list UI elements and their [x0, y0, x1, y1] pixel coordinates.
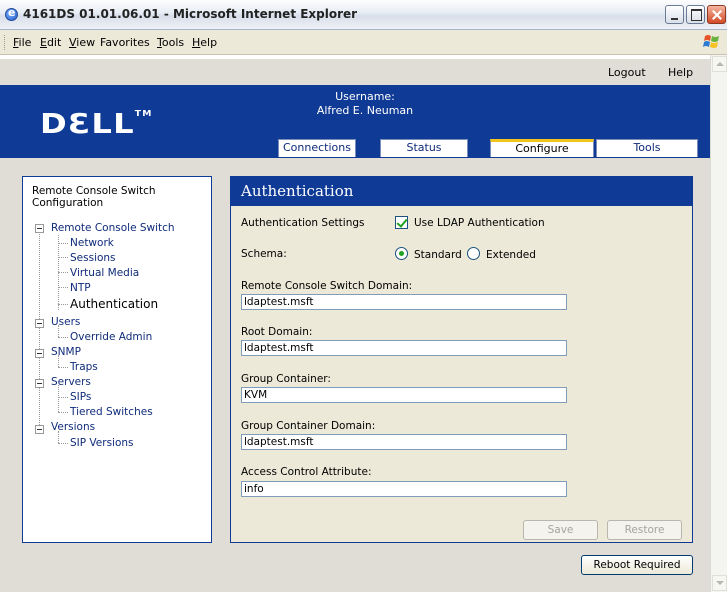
tree-collapse-icon[interactable] — [35, 379, 44, 388]
tab-tools[interactable]: Tools — [596, 139, 698, 157]
tree-connector — [58, 272, 68, 273]
menu-tools[interactable]: Tools — [157, 36, 184, 49]
root-domain-label: Root Domain: — [241, 326, 313, 338]
tree-connector — [58, 412, 68, 413]
menu-edit[interactable]: Edit — [40, 36, 61, 49]
tree-node-versions[interactable]: Versions — [51, 421, 95, 433]
use-ldap-checkbox[interactable] — [395, 216, 408, 229]
save-button[interactable]: Save — [523, 520, 598, 540]
toolbar-grip — [4, 35, 7, 50]
tree-collapse-icon[interactable] — [35, 349, 44, 358]
minimize-button[interactable] — [665, 5, 684, 24]
window-title: 4161DS 01.01.06.01 - Microsoft Internet … — [23, 7, 358, 21]
vertical-scrollbar[interactable] — [710, 55, 727, 592]
rcs-domain-input[interactable]: ldaptest.msft — [241, 294, 567, 310]
tree-node-users[interactable]: Users — [51, 316, 80, 328]
tree-connector — [39, 229, 40, 429]
scroll-down-icon[interactable] — [712, 575, 727, 591]
schema-label: Schema: — [241, 248, 287, 260]
config-tree-panel: Remote Console Switch Configuration Remo… — [22, 176, 212, 543]
tree-collapse-icon[interactable] — [35, 425, 44, 434]
help-link[interactable]: Help — [668, 66, 693, 79]
tree-connector — [58, 257, 68, 258]
tab-status[interactable]: Status — [380, 139, 468, 157]
tree-node-sip-versions[interactable]: SIP Versions — [70, 437, 134, 449]
tree-node-traps[interactable]: Traps — [70, 361, 98, 373]
menu-help[interactable]: Help — [192, 36, 217, 49]
logout-link[interactable]: Logout — [608, 66, 646, 79]
menu-favorites[interactable]: Favorites — [100, 36, 150, 49]
tree-connector — [58, 337, 68, 338]
tree-connector — [58, 304, 68, 305]
tree-node-sips[interactable]: SIPs — [70, 391, 91, 403]
menu-bar: File Edit View Favorites Tools Help — [0, 30, 727, 55]
tree-node-tiered-switches[interactable]: Tiered Switches — [70, 406, 153, 418]
maximize-button[interactable] — [686, 5, 705, 24]
access-control-input[interactable]: info — [241, 481, 567, 497]
panel-title: Authentication — [241, 182, 354, 200]
tab-connections[interactable]: Connections — [278, 139, 356, 157]
tree-node-servers[interactable]: Servers — [51, 376, 91, 388]
ie-icon — [5, 6, 18, 21]
schema-extended-label: Extended — [486, 249, 536, 261]
close-button[interactable] — [707, 5, 726, 24]
tree-connector — [58, 443, 68, 444]
authentication-panel: Authentication Authentication Settings U… — [230, 176, 693, 543]
tree-node-override-admin[interactable]: Override Admin — [70, 331, 152, 343]
tree-node-authentication[interactable]: Authentication — [70, 297, 158, 311]
tab-configure[interactable]: Configure — [490, 139, 594, 157]
windows-logo-icon — [703, 35, 719, 48]
schema-extended-radio[interactable] — [467, 247, 480, 260]
reboot-required-button[interactable]: Reboot Required — [581, 555, 693, 575]
tree-node-snmp[interactable]: SNMP — [51, 346, 81, 358]
panel-header: Authentication — [231, 177, 692, 206]
use-ldap-label: Use LDAP Authentication — [414, 217, 545, 229]
auth-settings-label: Authentication Settings — [241, 217, 365, 229]
username-value: Alfred E. Neuman — [316, 104, 414, 117]
menu-view[interactable]: View — [69, 36, 95, 49]
group-container-domain-input[interactable]: ldaptest.msft — [241, 434, 567, 450]
title-bar: 4161DS 01.01.06.01 - Microsoft Internet … — [0, 0, 727, 30]
username-label: Username: — [335, 90, 395, 103]
tree-connector — [58, 385, 59, 412]
tree-collapse-icon[interactable] — [35, 319, 44, 328]
tree-connector — [58, 397, 68, 398]
tree-collapse-icon[interactable] — [35, 224, 44, 233]
tree-node-sessions[interactable]: Sessions — [70, 252, 116, 264]
tree-connector — [58, 367, 68, 368]
tree-node-virtual-media[interactable]: Virtual Media — [70, 267, 139, 279]
tree-title: Remote Console Switch Configuration — [32, 185, 156, 209]
group-container-domain-label: Group Container Domain: — [241, 420, 376, 432]
top-link-strip: Logout Help — [0, 59, 710, 85]
root-domain-input[interactable]: ldaptest.msft — [241, 340, 567, 356]
group-container-input[interactable]: KVM — [241, 387, 567, 403]
dell-logo: DƐLLTM — [40, 107, 153, 140]
schema-standard-label: Standard — [414, 249, 462, 261]
page-content: Logout Help DƐLLTM Username: Alfred E. N… — [0, 55, 710, 592]
scroll-up-icon[interactable] — [712, 56, 727, 72]
tree-node-ntp[interactable]: NTP — [70, 282, 91, 294]
menu-file[interactable]: File — [13, 36, 31, 49]
group-container-label: Group Container: — [241, 373, 331, 385]
tree-node-network[interactable]: Network — [70, 237, 114, 249]
tree-connector — [58, 287, 68, 288]
restore-button[interactable]: Restore — [607, 520, 682, 540]
access-control-label: Access Control Attribute: — [241, 466, 372, 478]
rcs-domain-label: Remote Console Switch Domain: — [241, 280, 413, 292]
tree-connector — [58, 243, 68, 244]
schema-standard-radio[interactable] — [395, 247, 408, 260]
tree-node-remote-console-switch[interactable]: Remote Console Switch — [51, 222, 175, 234]
